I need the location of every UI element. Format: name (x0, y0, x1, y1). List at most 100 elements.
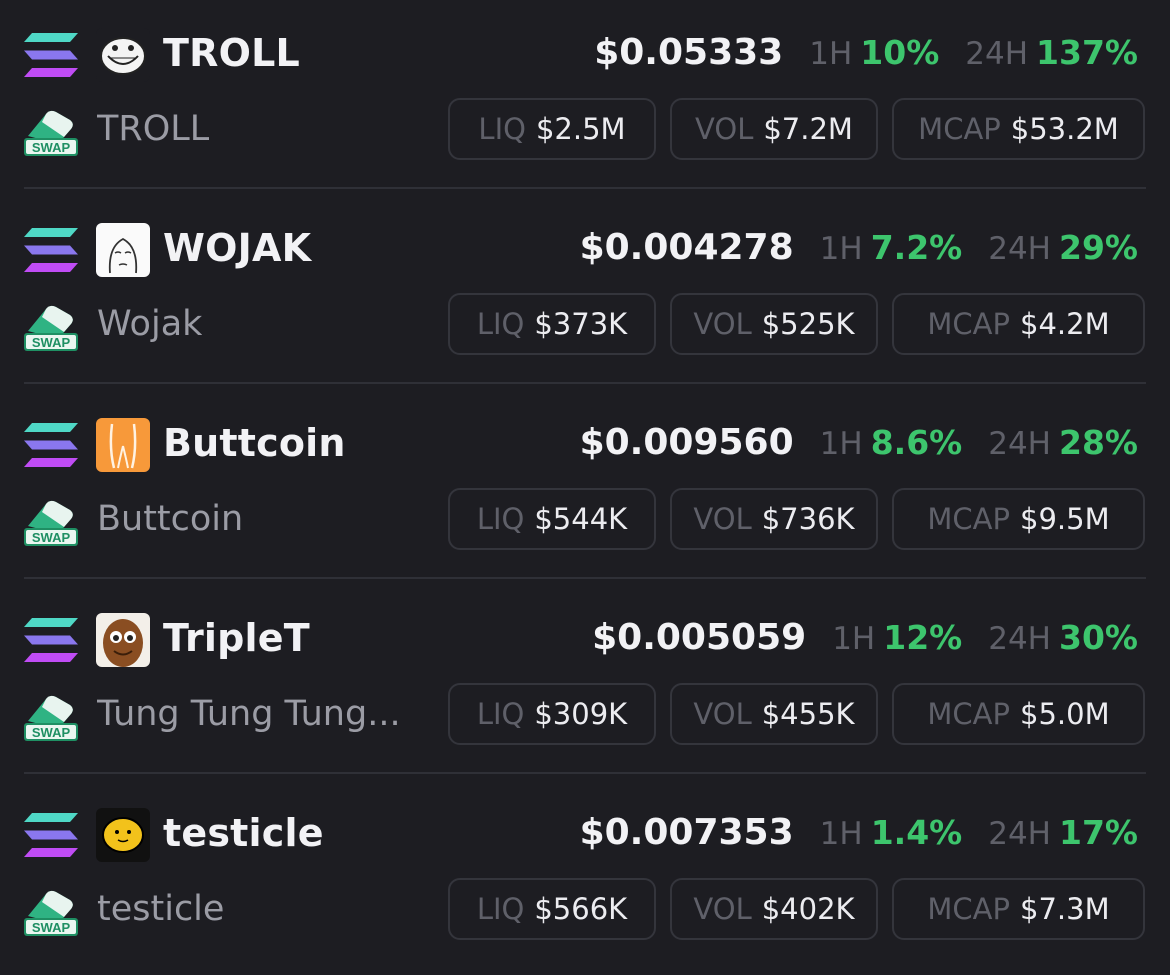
stat-value: $4.2M (1020, 307, 1110, 341)
svg-text:SWAP: SWAP (32, 140, 71, 155)
token-name: TROLL (97, 109, 210, 149)
change-1h-label: 1H (819, 816, 863, 852)
swap-eraser-icon[interactable]: SWAP (24, 691, 78, 741)
swap-eraser-icon[interactable]: SWAP (24, 106, 78, 156)
vol-stat: VOL $525K (670, 293, 878, 355)
swap-eraser-icon[interactable]: SWAP (24, 496, 78, 546)
row-divider (24, 772, 1146, 774)
stat-label: LIQ (476, 892, 525, 926)
stat-value: $402K (761, 892, 855, 926)
stat-label: MCAP (927, 892, 1010, 926)
solana-logo-icon (24, 228, 78, 272)
stat-value: $373K (534, 307, 628, 341)
solana-logo-icon (24, 618, 78, 662)
stat-value: $2.5M (535, 112, 626, 146)
change-1h-value: 1.4% (870, 813, 963, 852)
svg-text:SWAP: SWAP (32, 335, 71, 350)
testicle-icon (96, 808, 150, 862)
vol-stat: VOL $736K (670, 488, 878, 550)
mcap-stat: MCAP $9.5M (892, 488, 1145, 550)
stat-label: LIQ (476, 307, 525, 341)
vol-stat: VOL $402K (670, 878, 878, 940)
stat-label: MCAP (918, 112, 1001, 146)
liq-stat: LIQ $309K (448, 683, 656, 745)
stat-value: $309K (534, 697, 628, 731)
change-24h-value: 28% (1059, 423, 1138, 462)
stat-label: VOL (693, 892, 752, 926)
liq-stat: LIQ $373K (448, 293, 656, 355)
stat-label: MCAP (927, 697, 1010, 731)
stat-value: $566K (534, 892, 628, 926)
trollface-icon (96, 28, 150, 82)
token-price: $0.007353 (579, 812, 794, 853)
row-divider (24, 187, 1146, 189)
row-divider (24, 577, 1146, 579)
price-line: $0.009560 1H 8.6% 24H 28% (580, 422, 1138, 463)
token-symbol: TripleT (163, 616, 310, 660)
price-line: $0.004278 1H 7.2% 24H 29% (580, 227, 1138, 268)
change-24h-label: 24H (988, 621, 1051, 657)
stat-value: $9.5M (1020, 502, 1110, 536)
change-24h-label: 24H (988, 426, 1051, 462)
stat-value: $5.0M (1020, 697, 1110, 731)
stat-label: VOL (693, 502, 752, 536)
token-row[interactable]: testicle SWAP testicle $0.007353 1H 1.4% 24H 17… (0, 780, 1170, 975)
stat-label: MCAP (927, 502, 1010, 536)
solana-logo-icon (24, 33, 78, 77)
change-24h-label: 24H (988, 231, 1051, 267)
change-1h-value: 10% (860, 33, 940, 72)
token-name: Tung Tung Tung... (97, 694, 401, 734)
svg-text:SWAP: SWAP (32, 725, 71, 740)
vol-stat: VOL $455K (670, 683, 878, 745)
stat-value: $7.3M (1020, 892, 1110, 926)
stat-value: $53.2M (1010, 112, 1119, 146)
change-1h-value: 12% (883, 618, 963, 657)
stat-label: LIQ (476, 697, 525, 731)
change-1h-value: 7.2% (870, 228, 963, 267)
token-row[interactable]: WOJAK SWAP Wojak $0.004278 1H 7.2% 24H 29% LIQ $3… (0, 195, 1170, 390)
change-1h-label: 1H (819, 231, 863, 267)
token-symbol: Buttcoin (163, 421, 346, 465)
tung-tung-tung-icon (96, 613, 150, 667)
stat-value: $455K (761, 697, 855, 731)
change-1h-label: 1H (832, 621, 876, 657)
liq-stat: LIQ $2.5M (448, 98, 656, 160)
swap-eraser-icon[interactable]: SWAP (24, 886, 78, 936)
change-24h-value: 30% (1059, 618, 1138, 657)
wojak-icon (96, 223, 150, 277)
mcap-stat: MCAP $7.3M (892, 878, 1145, 940)
buttcoin-icon (96, 418, 150, 472)
change-24h-label: 24H (965, 36, 1029, 72)
token-price: $0.009560 (579, 422, 794, 463)
stat-value: $544K (534, 502, 628, 536)
liq-stat: LIQ $544K (448, 488, 656, 550)
change-1h-label: 1H (809, 36, 853, 72)
price-line: $0.007353 1H 1.4% 24H 17% (580, 812, 1138, 853)
mcap-stat: MCAP $4.2M (892, 293, 1145, 355)
change-1h-label: 1H (819, 426, 863, 462)
token-price: $0.004278 (579, 227, 794, 268)
token-price: $0.05333 (594, 32, 784, 73)
price-line: $0.005059 1H 12% 24H 30% (592, 617, 1138, 658)
stat-label: VOL (693, 697, 752, 731)
change-24h-value: 17% (1059, 813, 1138, 852)
token-row[interactable]: Buttcoin SWAP Buttcoin $0.009560 1H 8.6% 24H 28… (0, 390, 1170, 585)
stat-label: VOL (695, 112, 754, 146)
change-1h-value: 8.6% (870, 423, 963, 462)
svg-text:SWAP: SWAP (32, 530, 71, 545)
stat-value: $7.2M (763, 112, 853, 146)
change-24h-value: 137% (1036, 33, 1138, 72)
mcap-stat: MCAP $53.2M (892, 98, 1145, 160)
token-symbol: testicle (163, 811, 324, 855)
stat-label: MCAP (927, 307, 1010, 341)
swap-eraser-icon[interactable]: SWAP (24, 301, 78, 351)
token-list: TROLL SWAP TROLL $0.05333 1H 10% 24H 137% LIQ $2.… (0, 0, 1170, 970)
stat-value: $525K (761, 307, 855, 341)
token-name: Buttcoin (97, 499, 244, 539)
token-row[interactable]: TripleT SWAP Tung Tung Tung... $0.005059 1H 1… (0, 585, 1170, 780)
stat-label: LIQ (476, 502, 525, 536)
token-price: $0.005059 (592, 617, 807, 658)
token-row[interactable]: TROLL SWAP TROLL $0.05333 1H 10% 24H 137% LIQ $2.… (0, 0, 1170, 195)
row-divider (24, 382, 1146, 384)
token-name: Wojak (97, 304, 203, 344)
